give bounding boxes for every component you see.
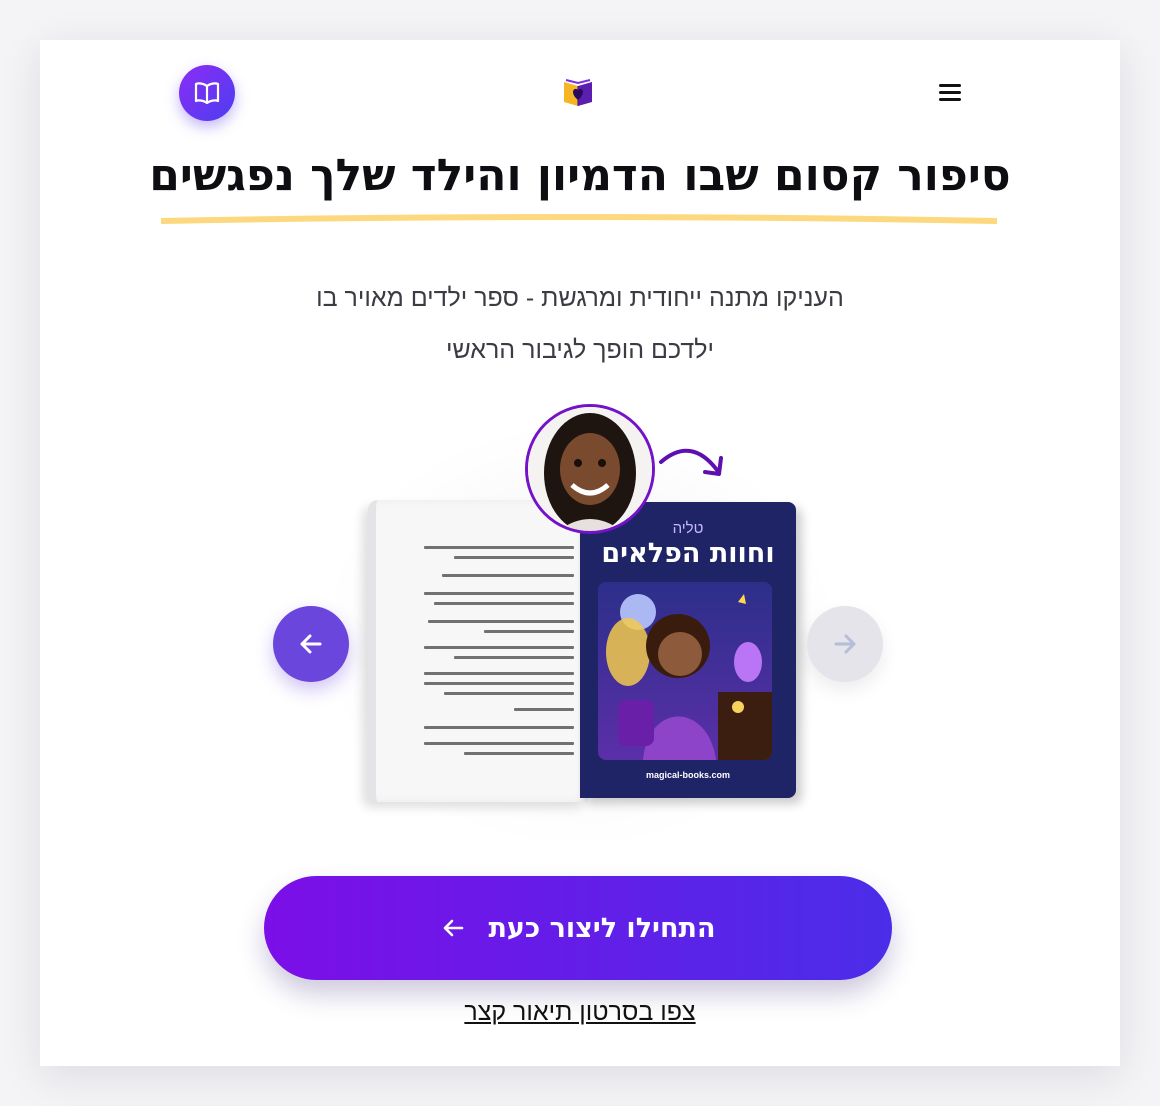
subtitle-line-1: העניקו מתנה ייחודית ומרגשת - ספר ילדים מ…: [316, 284, 844, 312]
subtitle-line-2: ילדכם הופך לגיבור הראשי: [446, 336, 714, 364]
arrow-right-icon: [834, 634, 856, 654]
carousel-prev-button[interactable]: [273, 606, 349, 682]
cover-website: magical-books.com: [645, 770, 731, 780]
child-photo: [528, 407, 652, 531]
cover-illustration: [598, 582, 772, 760]
arrow-left-icon: [300, 634, 322, 654]
title-underline: [161, 214, 997, 224]
book-heart-logo[interactable]: [560, 74, 596, 110]
book-text-page: [368, 500, 588, 802]
watch-video-link[interactable]: צפו בסרטון תיאור קצר: [40, 998, 1120, 1027]
open-book-icon: [194, 82, 220, 105]
start-creating-button[interactable]: התחילו ליצור כעת: [264, 876, 892, 980]
open-book-button[interactable]: [179, 65, 235, 121]
arrow-left-icon: [444, 919, 464, 937]
transform-arrow-icon: [659, 448, 723, 476]
start-creating-label: התחילו ליצור כעת: [488, 912, 716, 944]
book-cover: טליה וחוות הפלאים magical-books.com: [580, 502, 796, 798]
hamburger-menu-icon[interactable]: [936, 78, 964, 106]
hero-card: סיפור קסום שבו הדמיון והילד שלך נפגשים ה…: [40, 40, 1120, 1066]
hero-subtitle: העניקו מתנה ייחודית ומרגשת - ספר ילדים מ…: [230, 272, 930, 376]
child-photo-avatar: [525, 404, 655, 534]
page-title: סיפור קסום שבו הדמיון והילד שלך נפגשים: [149, 150, 1011, 201]
cover-title: וחוות הפלאים: [601, 538, 775, 569]
carousel-next-button[interactable]: [807, 606, 883, 682]
book-preview: טליה וחוות הפלאים magical-books.com: [310, 400, 850, 860]
